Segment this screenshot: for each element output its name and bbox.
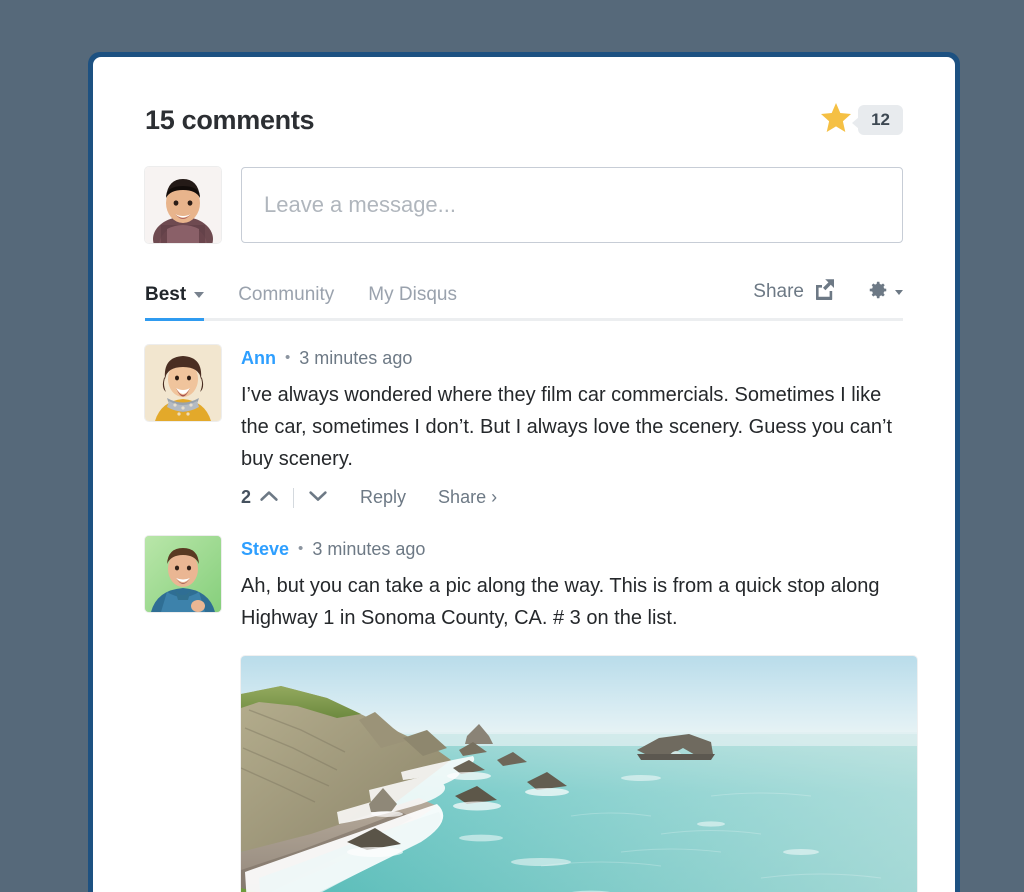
- comment-author[interactable]: Ann: [241, 347, 276, 369]
- share-export-icon: [813, 278, 835, 306]
- tab-best[interactable]: Best: [145, 284, 204, 318]
- comment-timestamp: 3 minutes ago: [312, 538, 425, 560]
- comment-input[interactable]: Leave a message...: [241, 167, 903, 243]
- meta-separator: •: [285, 347, 290, 369]
- vote-count: 2: [241, 487, 251, 508]
- comment-composer: Leave a message...: [145, 167, 903, 243]
- comment-meta: Steve • 3 minutes ago: [241, 538, 917, 560]
- chevron-down-icon: [895, 290, 903, 295]
- vote-divider: [293, 488, 294, 508]
- comment-content: Steve • 3 minutes ago Ah, but you can ta…: [241, 536, 917, 892]
- favorite-group[interactable]: 12: [820, 102, 903, 138]
- tab-best-label: Best: [145, 284, 186, 306]
- reply-button[interactable]: Reply: [360, 487, 406, 508]
- comment-timestamp: 3 minutes ago: [299, 347, 412, 369]
- comment-item: Ann • 3 minutes ago I’ve always wondered…: [145, 345, 903, 508]
- chevron-down-icon: [194, 292, 204, 298]
- gear-icon: [867, 279, 889, 306]
- steve-avatar[interactable]: [145, 536, 221, 612]
- sonoma-coast-photo[interactable]: [241, 656, 917, 892]
- comment-actions: 2 Reply Share ›: [241, 487, 903, 508]
- comment-content: Ann • 3 minutes ago I’ve always wondered…: [241, 345, 903, 508]
- share-button-label: Share: [753, 281, 804, 303]
- share-button[interactable]: Share: [753, 278, 835, 306]
- downvote-icon[interactable]: [308, 487, 328, 508]
- comment-item: Steve • 3 minutes ago Ah, but you can ta…: [145, 536, 903, 892]
- tab-community[interactable]: Community: [238, 284, 334, 318]
- comment-author[interactable]: Steve: [241, 538, 289, 560]
- comment-share-button[interactable]: Share ›: [438, 487, 497, 508]
- comment-text: Ah, but you can take a pic along the way…: [241, 570, 917, 634]
- comment-meta: Ann • 3 minutes ago: [241, 347, 903, 369]
- upvote-icon[interactable]: [259, 487, 279, 508]
- bar-actions: Share: [753, 278, 903, 318]
- star-icon[interactable]: [820, 102, 852, 138]
- tab-my-disqus-label: My Disqus: [368, 284, 457, 306]
- settings-button[interactable]: [867, 279, 903, 306]
- comments-card-body: 15 comments 12: [93, 57, 955, 892]
- comment-input-placeholder: Leave a message...: [264, 192, 456, 218]
- page-title: 15 comments: [145, 105, 314, 136]
- comments-card: 15 comments 12: [88, 52, 960, 892]
- tab-list: Best Community My Disqus: [145, 284, 491, 318]
- comments-header: 15 comments 12: [145, 97, 903, 143]
- meta-separator: •: [298, 538, 303, 560]
- favorite-count-badge: 12: [858, 105, 903, 135]
- current-user-avatar[interactable]: [145, 167, 221, 243]
- sort-and-actions-bar: Best Community My Disqus Share: [145, 273, 903, 321]
- tab-my-disqus[interactable]: My Disqus: [368, 284, 457, 318]
- comment-text: I’ve always wondered where they film car…: [241, 379, 903, 475]
- tab-community-label: Community: [238, 284, 334, 306]
- ann-avatar[interactable]: [145, 345, 221, 421]
